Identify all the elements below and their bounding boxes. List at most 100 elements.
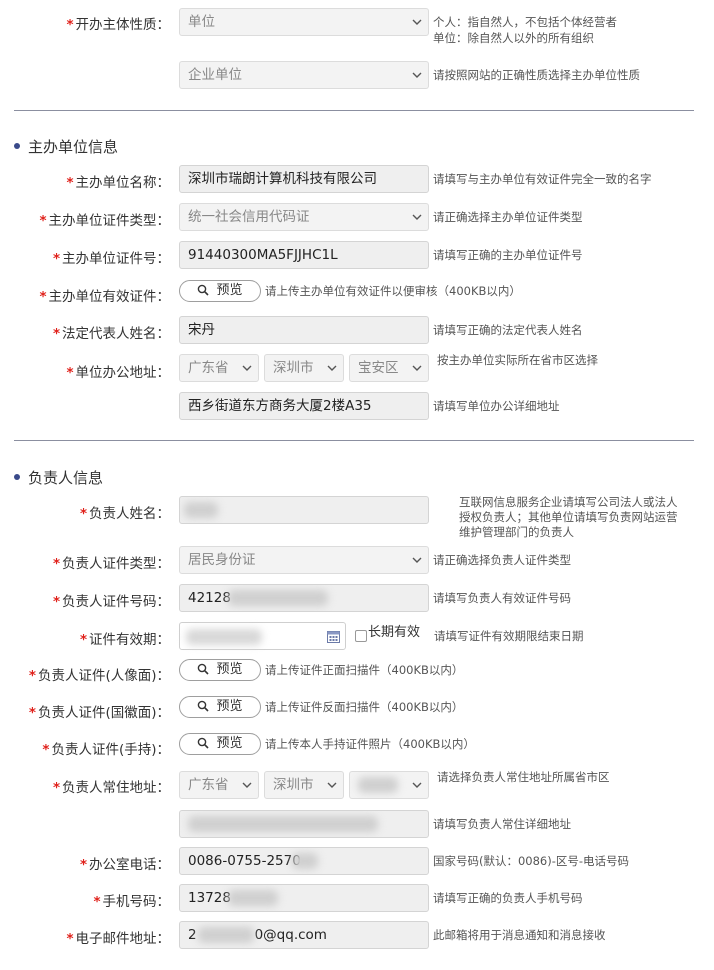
org-subtype-select[interactable]: 企业单位 (179, 61, 429, 89)
photo-back-preview-button[interactable]: 预览 (179, 696, 261, 718)
section-divider (14, 110, 694, 111)
sponsor-cert-no-label: * 主办单位证件号： (52, 251, 170, 267)
email-label: * 电子邮件地址： (66, 931, 170, 947)
magnifier-icon (198, 663, 210, 675)
bullet-icon (14, 473, 20, 480)
owner-province-select[interactable]: 广东省 (179, 771, 259, 799)
owner-section-title: 负责人信息 (14, 467, 103, 488)
owner-id-type-select[interactable]: 居民身份证 (179, 546, 429, 574)
photo-hand-hint: 请上传本人手持证件照片（400KB以内） (265, 737, 475, 751)
legal-rep-hint: 请填写正确的法定代表人姓名 (433, 323, 583, 337)
owner-name-input[interactable] (179, 496, 429, 524)
org-type-hint: 个人：指自然人，不包括个体经营者 单位：除自然人以外的所有组织 (433, 15, 617, 45)
office-phone-hint: 国家号码(默认：0086)-区号-电话号码 (433, 854, 630, 868)
redaction-blur (188, 816, 378, 832)
sponsor-addr-detail-input[interactable]: 西乡街道东方商务大厦2楼A35 (179, 392, 429, 420)
long-term-checkbox[interactable] (355, 630, 367, 642)
sponsor-province-select[interactable]: 广东省 (179, 354, 259, 382)
redaction-blur (358, 777, 398, 793)
owner-addr-row: * 负责人常住地址： 广东省 深圳市 请选择负责人常住地址所属省市区 (0, 769, 714, 799)
photo-back-hint: 请上传证件反面扫描件（400KB以内） (265, 700, 464, 714)
mobile-input[interactable]: 13728 (179, 884, 429, 912)
chevron-down-icon (242, 782, 252, 788)
owner-district-select[interactable] (349, 771, 429, 799)
org-type-label: * 开办主体性质： (66, 17, 170, 33)
photo-hand-preview-button[interactable]: 预览 (179, 733, 261, 755)
owner-addr-detail-hint: 请填写负责人常住详细地址 (433, 817, 571, 831)
legal-rep-input[interactable]: 宋丹 (179, 316, 429, 344)
sponsor-cert-type-row: * 主办单位证件类型： 统一社会信用代码证 请正确选择主办单位证件类型 (0, 202, 714, 232)
photo-front-preview-button[interactable]: 预览 (179, 659, 261, 681)
office-phone-label: * 办公室电话： (79, 857, 170, 873)
long-term-label: 长期有效 (368, 625, 421, 640)
owner-addr-region-hint: 请选择负责人常住地址所属省市区 (437, 770, 610, 784)
sponsor-addr-region-hint: 按主办单位实际所在省市区选择 (437, 353, 598, 367)
redaction-blur (184, 502, 218, 518)
owner-id-type-row: * 负责人证件类型： 居民身份证 请正确选择负责人证件类型 (0, 545, 714, 575)
owner-id-no-label: * 负责人证件号码： (52, 594, 170, 610)
sponsor-city-select[interactable]: 深圳市 (264, 354, 344, 382)
sponsor-district-select[interactable]: 宝安区 (349, 354, 429, 382)
sponsor-cert-file-label: * 主办单位有效证件： (39, 289, 170, 305)
chevron-down-icon (412, 557, 422, 563)
redaction-blur (228, 890, 278, 906)
sponsor-section-title: 主办单位信息 (14, 136, 118, 157)
legal-rep-row: * 法定代表人姓名： 宋丹 请填写正确的法定代表人姓名 (0, 315, 714, 345)
owner-validity-row: * 证件有效期： 长期有效 请填写证件有效期限结束日期 (0, 621, 714, 651)
email-hint: 此邮箱将用于消息通知和消息接收 (433, 928, 606, 942)
chevron-down-icon (412, 365, 422, 371)
calendar-icon[interactable] (327, 630, 340, 643)
chevron-down-icon (242, 365, 252, 371)
email-row: * 电子邮件地址： 2 0@qq.com 此邮箱将用于消息通知和消息接收 (0, 920, 714, 950)
magnifier-icon (198, 284, 210, 296)
legal-rep-label: * 法定代表人姓名： (52, 326, 170, 342)
sponsor-cert-no-hint: 请填写正确的主办单位证件号 (433, 248, 583, 262)
sponsor-cert-no-row: * 主办单位证件号： 91440300MA5FJJHC1L 请填写正确的主办单位证… (0, 240, 714, 270)
magnifier-icon (198, 700, 210, 712)
sponsor-addr-label: * 单位办公地址： (66, 365, 170, 381)
sponsor-addr-row: * 单位办公地址： 广东省 深圳市 宝安区 按主办单位实际所在省市区选择 (0, 353, 714, 384)
office-phone-input[interactable]: 0086-0755-2570 (179, 847, 429, 875)
sponsor-cert-preview-button[interactable]: 预览 (179, 280, 261, 302)
photo-hand-label: * 负责人证件(手持)： (42, 742, 170, 758)
mobile-row: * 手机号码： 13728 请填写正确的负责人手机号码 (0, 883, 714, 913)
owner-name-hint: 互联网信息服务企业请填写公司法人或法人 授权负责人；其他单位请填写负责网站运营 … (459, 495, 678, 539)
photo-back-row: * 负责人证件(国徽面)： 预览 请上传证件反面扫描件（400KB以内） (0, 694, 714, 724)
owner-addr-detail-input[interactable] (179, 810, 429, 838)
magnifier-icon (198, 737, 210, 749)
chevron-down-icon (412, 19, 422, 25)
sponsor-name-input[interactable]: 深圳市瑞朗计算机科技有限公司 (179, 165, 429, 193)
owner-id-type-label: * 负责人证件类型： (52, 556, 170, 572)
bullet-icon (14, 142, 20, 149)
photo-front-row: * 负责人证件(人像面)： 预览 请上传证件正面扫描件（400KB以内） (0, 657, 714, 687)
mobile-label: * 手机号码： (93, 894, 170, 910)
chevron-down-icon (327, 782, 337, 788)
chevron-down-icon (412, 214, 422, 220)
sponsor-cert-no-input[interactable]: 91440300MA5FJJHC1L (179, 241, 429, 269)
email-input[interactable]: 2 0@qq.com (179, 921, 429, 949)
photo-front-label: * 负责人证件(人像面)： (28, 668, 170, 684)
owner-id-no-input[interactable]: 42128 (179, 584, 429, 612)
owner-city-select[interactable]: 深圳市 (264, 771, 344, 799)
owner-validity-date-input[interactable] (179, 622, 346, 650)
owner-id-no-hint: 请填写负责人有效证件号码 (433, 591, 571, 605)
sponsor-cert-type-select[interactable]: 统一社会信用代码证 (179, 203, 429, 231)
chevron-down-icon (412, 782, 422, 788)
org-subtype-row: 企业单位 请按照网站的正确性质选择主办单位性质 (0, 60, 714, 90)
org-subtype-hint: 请按照网站的正确性质选择主办单位性质 (433, 68, 640, 82)
owner-validity-label: * 证件有效期： (79, 632, 170, 648)
owner-addr-detail-row: 请填写负责人常住详细地址 (0, 808, 714, 838)
owner-name-row: * 负责人姓名： 互联网信息服务企业请填写公司法人或法人 授权负责人；其他单位请填… (0, 495, 714, 539)
owner-id-type-hint: 请正确选择负责人证件类型 (433, 553, 571, 567)
owner-id-no-row: * 负责人证件号码： 42128 请填写负责人有效证件号码 (0, 583, 714, 613)
chevron-down-icon (412, 72, 422, 78)
mobile-hint: 请填写正确的负责人手机号码 (433, 891, 583, 905)
section-divider (14, 440, 694, 441)
sponsor-name-label: * 主办单位名称： (66, 175, 170, 191)
owner-validity-hint: 请填写证件有效期限结束日期 (434, 629, 584, 643)
org-type-row: * 开办主体性质： 单位 个人：指自然人，不包括个体经营者 单位：除自然人以外的所… (0, 6, 714, 45)
sponsor-addr-detail-hint: 请填写单位办公详细地址 (433, 399, 560, 413)
sponsor-name-hint: 请填写与主办单位有效证件完全一致的名字 (433, 172, 652, 186)
redaction-blur (198, 927, 254, 943)
org-type-select[interactable]: 单位 (179, 8, 429, 36)
